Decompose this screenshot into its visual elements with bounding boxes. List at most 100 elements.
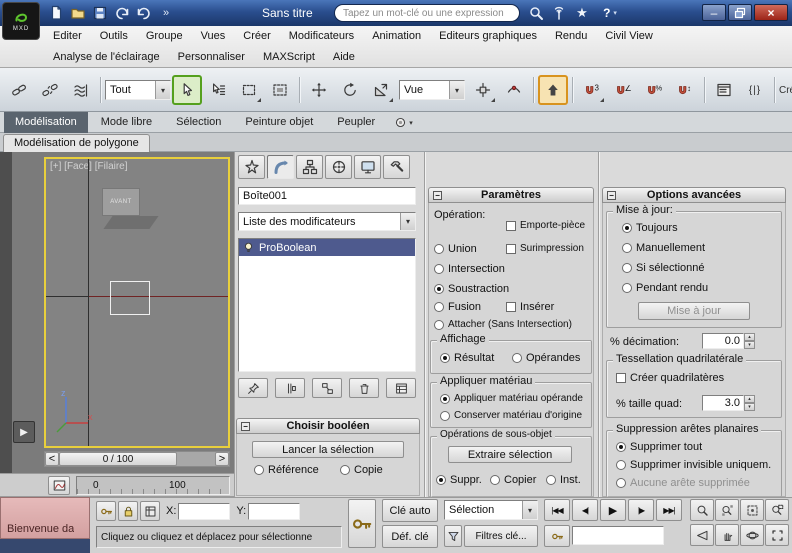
checkbox-surimpression[interactable]: Surimpression xyxy=(506,243,584,254)
menu-vues[interactable]: Vues xyxy=(192,26,235,47)
selection-filter-combo[interactable]: Tout xyxy=(105,80,171,100)
zoom-all-button[interactable] xyxy=(715,499,739,521)
selected-box-object[interactable] xyxy=(110,281,150,315)
keyboard-override-toggle[interactable] xyxy=(538,75,568,105)
menu-maxscript[interactable]: MAXScript xyxy=(254,47,324,68)
next-frame-button[interactable]: > xyxy=(215,452,229,466)
radio-supprimer-invisible[interactable]: Supprimer invisible uniquem. xyxy=(616,459,771,471)
menu-editer[interactable]: Editer xyxy=(44,26,91,47)
tab-display[interactable] xyxy=(354,155,381,179)
go-to-start-button[interactable]: |◀◀ xyxy=(544,499,570,521)
expand-panel-button[interactable]: ▶ xyxy=(13,421,35,443)
radio-reference[interactable]: Référence xyxy=(254,464,319,476)
spinner-up-icon[interactable] xyxy=(744,395,755,403)
key-filters-button[interactable]: Filtres clé... xyxy=(464,525,538,547)
selection-region-button[interactable] xyxy=(234,75,264,105)
decimation-value[interactable]: 0.0 xyxy=(702,333,744,349)
percent-snap-toggle[interactable]: % xyxy=(639,75,669,105)
pivot-center-button[interactable] xyxy=(468,75,498,105)
tab-create[interactable] xyxy=(238,155,265,179)
menu-modificateurs[interactable]: Modificateurs xyxy=(280,26,363,47)
snap-3d-toggle[interactable]: 3 xyxy=(577,75,607,105)
set-keys-button[interactable] xyxy=(348,499,376,548)
checkbox-emporte-piece[interactable]: Emporte-pièce xyxy=(506,220,585,231)
viewport-front[interactable]: [+] [Face] [Filaire] AVANT z x xyxy=(44,157,230,448)
radio-materiau-operande[interactable]: Appliquer matériau opérande xyxy=(440,393,583,404)
previous-frame-button[interactable]: < xyxy=(45,452,59,466)
tab-peupler[interactable]: Peupler xyxy=(326,112,386,133)
dropdown-arrow-icon[interactable] xyxy=(522,501,537,519)
remove-modifier-button[interactable] xyxy=(349,378,379,398)
open-file-button[interactable] xyxy=(68,4,88,22)
spinner-down-icon[interactable] xyxy=(744,341,755,349)
tab-modify[interactable] xyxy=(267,155,294,179)
maximize-viewport-button[interactable] xyxy=(765,524,789,546)
radio-suppr[interactable]: Suppr. xyxy=(436,474,482,486)
selection-lock-toggle[interactable] xyxy=(118,501,138,521)
mini-curve-editor-button[interactable] xyxy=(48,476,70,495)
select-and-move-button[interactable] xyxy=(304,75,334,105)
menu-editeurs-graphiques[interactable]: Editeurs graphiques xyxy=(430,26,546,47)
menu-personnaliser[interactable]: Personnaliser xyxy=(169,47,254,68)
modifier-stack[interactable]: ProBoolean xyxy=(238,238,416,372)
start-picking-button[interactable]: Lancer la sélection xyxy=(252,441,404,458)
radio-copie[interactable]: Copie xyxy=(340,464,383,476)
auto-key-button[interactable]: Clé auto xyxy=(382,499,438,522)
menu-civil-view[interactable]: Civil View xyxy=(596,26,661,47)
set-key-button[interactable]: Déf. clé xyxy=(382,525,438,548)
go-to-end-button[interactable]: ▶▶| xyxy=(656,499,682,521)
menu-aide[interactable]: Aide xyxy=(324,47,364,68)
radio-attacher[interactable]: Attacher (Sans Intersection) xyxy=(434,319,572,330)
quad-size-value[interactable]: 3.0 xyxy=(702,395,744,411)
current-frame-field[interactable] xyxy=(572,526,664,545)
parameters-header[interactable]: Paramètres xyxy=(428,187,594,203)
previous-frame-button[interactable]: ◀| xyxy=(572,499,598,521)
subtab-modelisation-polygone[interactable]: Modélisation de polygone xyxy=(3,134,150,152)
welcome-window-titlebar[interactable]: Bienvenue da xyxy=(0,497,90,539)
radio-soustraction[interactable]: Soustraction xyxy=(434,283,509,295)
pan-button[interactable] xyxy=(715,524,739,546)
time-slider-handle[interactable]: 0 / 100 xyxy=(59,452,177,466)
communication-center-button[interactable] xyxy=(549,4,569,22)
field-of-view-button[interactable] xyxy=(690,524,714,546)
reference-coordinate-combo[interactable]: Vue xyxy=(399,80,465,100)
radio-union[interactable]: Union xyxy=(434,243,477,255)
set-key-small-button[interactable] xyxy=(96,501,116,521)
tab-selection[interactable]: Sélection xyxy=(165,112,232,133)
tab-peinture-objet[interactable]: Peinture objet xyxy=(234,112,324,133)
tab-modelisation[interactable]: Modélisation xyxy=(4,112,88,133)
named-selection-sets-button[interactable] xyxy=(709,75,739,105)
tab-utilities[interactable] xyxy=(383,155,410,179)
absolute-offset-toggle[interactable] xyxy=(140,501,160,521)
favorites-button[interactable]: ★ xyxy=(572,4,592,22)
select-by-name-button[interactable] xyxy=(203,75,233,105)
angle-snap-toggle[interactable]: ∠ xyxy=(608,75,638,105)
collapse-minus-icon[interactable] xyxy=(607,191,616,200)
tab-hierarchy[interactable] xyxy=(296,155,323,179)
toolbar-overflow-button[interactable]: » xyxy=(156,4,176,22)
radio-aucune-arete[interactable]: Aucune arête supprimée xyxy=(616,477,750,489)
close-button[interactable]: × xyxy=(754,4,788,21)
radio-fusion[interactable]: Fusion xyxy=(434,301,481,313)
bind-to-space-warp-button[interactable] xyxy=(66,75,96,105)
minimize-button[interactable]: – xyxy=(702,4,726,21)
collapse-minus-icon[interactable] xyxy=(241,422,250,431)
dropdown-arrow-icon[interactable] xyxy=(155,81,170,99)
select-and-scale-button[interactable] xyxy=(366,75,396,105)
undo-button[interactable] xyxy=(112,4,132,22)
advanced-options-header[interactable]: Options avancées xyxy=(602,187,786,203)
select-and-manipulate-button[interactable] xyxy=(499,75,529,105)
tab-motion[interactable] xyxy=(325,155,352,179)
key-filter-icon-button[interactable] xyxy=(444,525,462,547)
configure-modifier-sets-button[interactable] xyxy=(386,378,416,398)
radio-supprimer-tout[interactable]: Supprimer tout xyxy=(616,441,702,453)
zoom-region-button[interactable] xyxy=(765,499,789,521)
selection-set-combo[interactable]: Sélection xyxy=(444,500,538,520)
collapse-minus-icon[interactable] xyxy=(433,191,442,200)
radio-manuellement[interactable]: Manuellement xyxy=(622,242,705,254)
modifier-list-combo[interactable]: Liste des modificateurs xyxy=(238,212,416,231)
spinner-down-icon[interactable] xyxy=(744,403,755,411)
select-and-rotate-button[interactable] xyxy=(335,75,365,105)
decimation-spinner[interactable]: 0.0 xyxy=(702,333,755,349)
update-button[interactable]: Mise à jour xyxy=(638,302,750,320)
